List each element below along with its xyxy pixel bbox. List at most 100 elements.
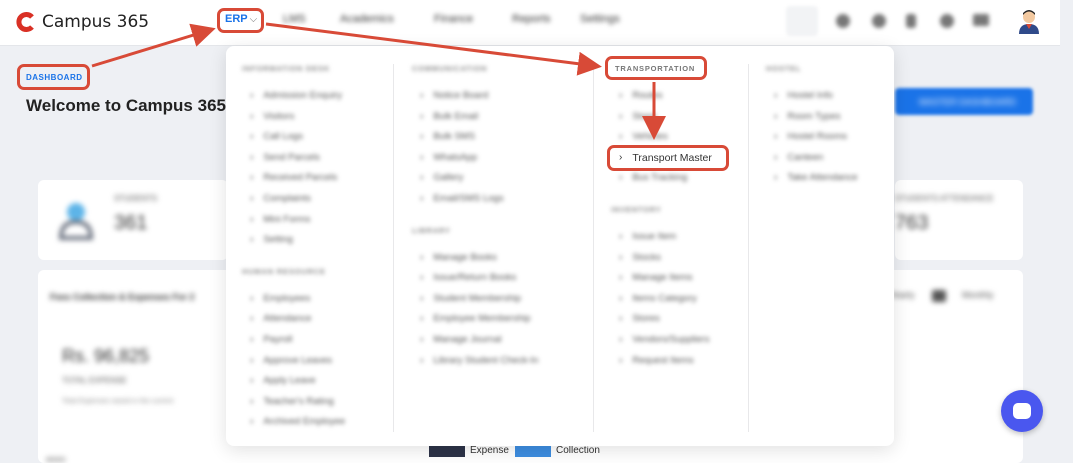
- top-navbar: Campus 365 ERP ⌵ LMS Academics Finance Re…: [0, 0, 1060, 46]
- menu-item-label: Library Student Check-In: [433, 354, 539, 366]
- menu-item-archived-employee[interactable]: › Archived Employee: [250, 416, 345, 427]
- menu-item-student-membership[interactable]: › Student Membership: [420, 293, 521, 304]
- menu-item-manage-journal[interactable]: › Manage Journal: [420, 334, 501, 345]
- menu-item-issue-return-books[interactable]: › Issue/Return Books: [420, 272, 516, 283]
- menu-item-stores[interactable]: › Stores: [619, 313, 660, 324]
- menu-item-notice-board[interactable]: › Notice Board: [420, 90, 488, 101]
- menu-item-complaints[interactable]: › Complaints: [250, 193, 311, 204]
- menu-item-items-category[interactable]: › Items Category: [619, 293, 697, 304]
- nav-reports[interactable]: Reports: [512, 13, 551, 25]
- menu-item-library-student-check-in[interactable]: › Library Student Check-In: [420, 355, 538, 366]
- chevron-right-icon: ›: [250, 313, 254, 325]
- menu-heading-library: LIBRARY: [412, 225, 451, 235]
- student-icon: [58, 200, 94, 240]
- menu-item-room-types[interactable]: › Room Types: [774, 111, 841, 122]
- menu-item-issue-item[interactable]: › Issue Item: [619, 231, 676, 242]
- menu-item-setting[interactable]: › Setting: [250, 234, 293, 245]
- app-logo[interactable]: Campus 365: [16, 12, 149, 32]
- grid-icon[interactable]: [973, 14, 989, 26]
- nav-academics[interactable]: Academics: [340, 13, 394, 25]
- menu-item-visitors[interactable]: › Visitors: [250, 111, 294, 122]
- master-dashboard-button[interactable]: MASTER DASHBOARD: [895, 88, 1033, 115]
- attendance-label: STUDENTS ATTENDANCE: [895, 194, 994, 203]
- chevron-right-icon: ›: [619, 334, 623, 345]
- chevron-right-icon: ›: [420, 313, 424, 325]
- menu-item-attendance[interactable]: › Attendance: [250, 313, 311, 324]
- chevron-right-icon: ›: [774, 151, 778, 163]
- user-avatar[interactable]: [1017, 8, 1041, 34]
- y-axis-tick: 80000: [46, 457, 66, 463]
- menu-item-label: Vehicles: [632, 131, 668, 143]
- menu-item-bulk-sms[interactable]: › Bulk SMS: [420, 131, 475, 142]
- menu-item-label: Complaints: [263, 193, 311, 204]
- menu-item-admission-enquiry[interactable]: › Admission Enquiry: [250, 90, 342, 101]
- menu-item-label: Setting: [263, 234, 293, 246]
- chevron-right-icon: ›: [619, 131, 623, 143]
- chevron-right-icon: ›: [420, 172, 424, 184]
- menu-heading-hostel: HOSTEL: [766, 64, 802, 73]
- menu-item-label: Issue Item: [632, 231, 677, 242]
- menu-item-payroll[interactable]: › Payroll: [250, 334, 292, 345]
- menu-item-label: Bus Tracking: [632, 172, 688, 184]
- menu-item-call-logs[interactable]: › Call Logs: [250, 131, 303, 142]
- chevron-right-icon: ›: [774, 110, 778, 122]
- menu-item-manage-books[interactable]: › Manage Books: [420, 252, 497, 263]
- menu-item-stops[interactable]: › Stops: [619, 111, 657, 122]
- menu-item-canteen[interactable]: › Canteen: [774, 152, 823, 163]
- menu-item-hostel-info[interactable]: › Hostel Info: [774, 90, 833, 101]
- menu-item-routes[interactable]: › Routes: [619, 90, 662, 101]
- menu-item-employee-membership[interactable]: › Employee Membership: [420, 313, 531, 324]
- menu-item-request-items[interactable]: › Request Items: [619, 355, 694, 366]
- nav-lms[interactable]: LMS: [283, 13, 306, 25]
- nav-settings[interactable]: Settings: [580, 13, 620, 25]
- menu-item-take-attendance[interactable]: › Take Attendance: [774, 172, 858, 183]
- menu-item-whatsapp[interactable]: › WhatsApp: [420, 152, 477, 163]
- legend-collection-label: Collection: [556, 444, 600, 456]
- menu-item-received-parcels[interactable]: › Received Parcels: [250, 172, 337, 183]
- menu-item-label: Items Category: [632, 292, 697, 304]
- students-value: 361: [114, 212, 148, 234]
- menu-item-vendors-suppliers[interactable]: › Vendors/Suppliers: [619, 334, 709, 345]
- help-icon[interactable]: [940, 14, 954, 28]
- menu-item-gallery[interactable]: › Gallery: [420, 172, 463, 183]
- chevron-right-icon: ›: [250, 234, 254, 246]
- chevron-right-icon: ›: [420, 272, 424, 284]
- menu-item-label: Take Attendance: [787, 172, 858, 184]
- menu-item-apply-leave[interactable]: › Apply Leave: [250, 375, 316, 386]
- chevron-right-icon: ›: [774, 131, 778, 143]
- chevron-right-icon: ›: [250, 334, 254, 345]
- menu-item-label: Email/SMS Logs: [433, 193, 504, 204]
- menu-item-bulk-email[interactable]: › Bulk Email: [420, 111, 478, 122]
- period-monthly[interactable]: Monthly: [962, 290, 994, 300]
- chat-support-button[interactable]: [1001, 390, 1043, 432]
- fees-note: Total Expenses raised in the current: [62, 398, 174, 405]
- menu-item-stocks[interactable]: › Stocks: [619, 252, 661, 263]
- campus-logo-icon: [16, 12, 36, 32]
- master-dashboard-label: MASTER DASHBOARD: [919, 97, 1017, 107]
- menu-item-hostel-rooms[interactable]: › Hostel Rooms: [774, 131, 847, 142]
- search-icon[interactable]: [786, 6, 818, 36]
- menu-item-vehicles[interactable]: › Vehicles: [619, 131, 668, 142]
- bell-icon[interactable]: [906, 14, 916, 28]
- menu-item-teacher-s-rating[interactable]: › Teacher's Rating: [250, 396, 334, 407]
- notification-icon[interactable]: [872, 14, 886, 28]
- chevron-right-icon: ›: [250, 395, 254, 407]
- nav-finance[interactable]: Finance: [434, 13, 473, 25]
- highlight-transport-master: [607, 145, 729, 171]
- chevron-right-icon: ›: [250, 110, 254, 122]
- period-toggle[interactable]: [932, 290, 946, 302]
- menu-item-mini-forms[interactable]: › Mini Forms: [250, 214, 310, 225]
- menu-item-email-sms-logs[interactable]: › Email/SMS Logs: [420, 193, 504, 204]
- menu-item-manage-items[interactable]: › Manage Items: [619, 272, 693, 283]
- menu-item-approve-leaves[interactable]: › Approve Leaves: [250, 355, 332, 366]
- chevron-right-icon: ›: [420, 110, 424, 122]
- fees-title: Fees Collection & Expenses For 2: [50, 292, 195, 302]
- globe-icon[interactable]: [836, 14, 850, 28]
- menu-item-send-parcels[interactable]: › Send Parcels: [250, 152, 320, 163]
- menu-item-label: Admission Enquiry: [263, 90, 343, 101]
- menu-item-employees[interactable]: › Employees: [250, 293, 310, 304]
- menu-item-label: Manage Journal: [433, 334, 502, 345]
- menu-heading-human-resource: HUMAN RESOURCE: [242, 266, 326, 276]
- fees-amount-label: TOTAL EXPENSE: [62, 376, 127, 385]
- menu-item-bus-tracking[interactable]: › Bus Tracking: [619, 172, 687, 183]
